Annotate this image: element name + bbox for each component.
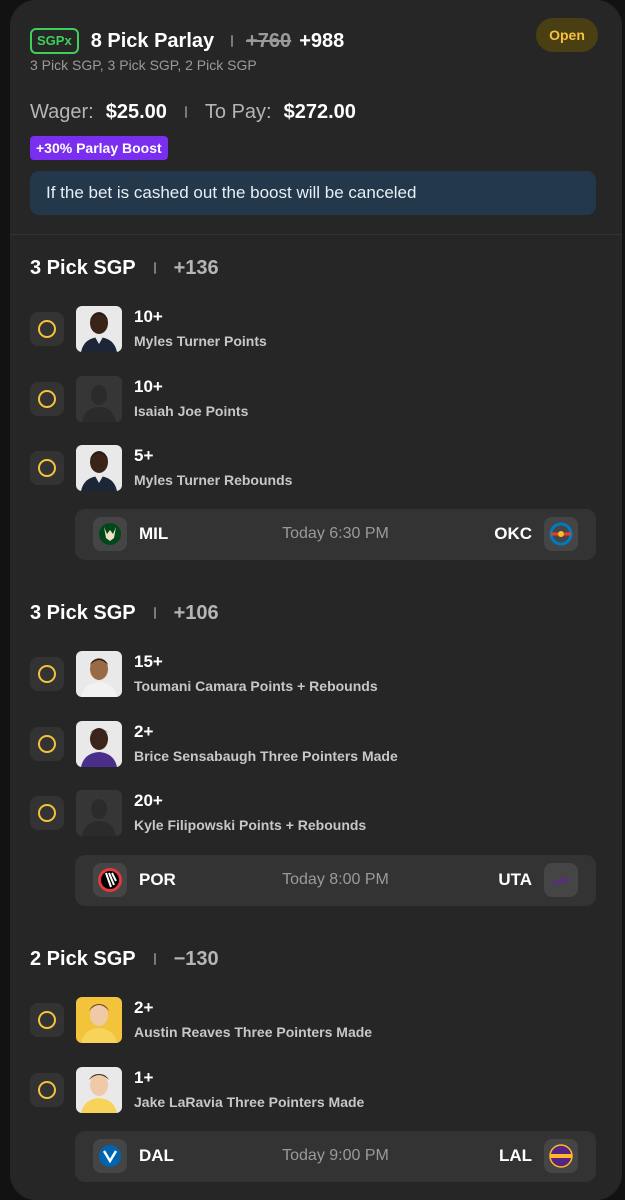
section-odds: +136 (173, 256, 219, 279)
game-info[interactable]: MIL Today 6:30 PM OKC (75, 509, 596, 560)
leg-line: 15+ (134, 652, 163, 671)
wager-divider (184, 106, 187, 118)
leg-line: 2+ (134, 722, 154, 741)
wager-row: Wager: $25.00 To Pay: $272.00 (30, 98, 356, 126)
away-team: UTA (498, 870, 532, 889)
game-info[interactable]: DAL Today 9:00 PM LAL (75, 1131, 596, 1182)
leg-row[interactable]: 5+ Myles Turner Rebounds (30, 445, 600, 493)
game-info[interactable]: POR Today 8:00 PM UTA (75, 855, 596, 906)
leg-row[interactable]: 10+ Myles Turner Points (30, 306, 600, 354)
sgpx-badge: SGPx (30, 28, 79, 54)
leg-status-indicator (30, 727, 64, 761)
player-avatar (76, 1067, 122, 1113)
leg-description: Myles Turner Rebounds (134, 472, 293, 488)
payout-label: To Pay: (204, 100, 272, 123)
leg-line: 10+ (134, 307, 163, 326)
leg-status-indicator (30, 1003, 64, 1037)
wager-value: $25.00 (105, 100, 167, 123)
section-divider (10, 234, 622, 235)
leg-status-indicator (30, 796, 64, 830)
leg-description: Toumani Camara Points + Rebounds (134, 678, 378, 694)
leg-description: Isaiah Joe Points (134, 403, 249, 419)
leg-description: Kyle Filipowski Points + Rebounds (134, 817, 367, 833)
leg-status-indicator (30, 312, 64, 346)
leg-row[interactable]: 2+ Austin Reaves Three Pointers Made (30, 997, 600, 1045)
away-team: LAL (498, 1146, 532, 1165)
original-odds: +760 (246, 29, 292, 52)
leg-row[interactable]: 20+ Kyle Filipowski Points + Rebounds (30, 790, 600, 838)
leg-line: 1+ (134, 1068, 154, 1087)
parlay-boost-badge: +30% Parlay Boost (30, 136, 168, 160)
section-title: 3 Pick SGP (30, 256, 136, 279)
leg-row[interactable]: 15+ Toumani Camara Points + Rebounds (30, 651, 600, 699)
leg-description: Jake LaRavia Three Pointers Made (134, 1094, 365, 1110)
player-placeholder-icon (76, 376, 122, 422)
leg-status-indicator (30, 451, 64, 485)
parlay-header: SGPx 8 Pick Parlay +760 +988 (30, 26, 344, 56)
boosted-odds: +988 (299, 29, 345, 52)
section-title: 2 Pick SGP (30, 947, 136, 970)
section-odds: +106 (173, 601, 219, 624)
player-avatar (76, 721, 122, 767)
parlay-title: 8 Pick Parlay (90, 29, 215, 52)
status-badge: Open (536, 18, 598, 52)
player-avatar (76, 445, 122, 491)
leg-status-indicator (30, 382, 64, 416)
section-header: 3 Pick SGP +136 (30, 254, 219, 282)
section-header: 3 Pick SGP +106 (30, 599, 219, 627)
leg-line: 10+ (134, 377, 163, 396)
leg-line: 2+ (134, 998, 154, 1017)
leg-status-indicator (30, 657, 64, 691)
section-header-divider (153, 953, 156, 965)
player-placeholder-icon (76, 790, 122, 836)
leg-description: Brice Sensabaugh Three Pointers Made (134, 748, 398, 764)
wager-label: Wager: (30, 100, 94, 123)
player-avatar (76, 306, 122, 352)
section-header-divider (153, 607, 156, 619)
cashout-notice: If the bet is cashed out the boost will … (30, 171, 596, 215)
jazz-logo-icon (544, 863, 578, 897)
leg-row[interactable]: 10+ Isaiah Joe Points (30, 376, 600, 424)
leg-row[interactable]: 1+ Jake LaRavia Three Pointers Made (30, 1067, 600, 1115)
thunder-logo-icon (544, 517, 578, 551)
lakers-logo-icon (544, 1139, 578, 1173)
section-odds: −130 (173, 947, 219, 970)
leg-description: Myles Turner Points (134, 333, 267, 349)
leg-status-indicator (30, 1073, 64, 1107)
leg-description: Austin Reaves Three Pointers Made (134, 1024, 373, 1040)
leg-line: 20+ (134, 791, 163, 810)
parlay-card: SGPx 8 Pick Parlay +760 +988 Open 3 Pick… (10, 0, 622, 1200)
parlay-subtitle: 3 Pick SGP, 3 Pick SGP, 2 Pick SGP (30, 57, 257, 73)
player-avatar (76, 651, 122, 697)
leg-row[interactable]: 2+ Brice Sensabaugh Three Pointers Made (30, 721, 600, 769)
player-avatar (76, 997, 122, 1043)
header-divider (231, 35, 234, 47)
section-header: 2 Pick SGP −130 (30, 945, 219, 973)
section-header-divider (153, 262, 156, 274)
leg-line: 5+ (134, 446, 154, 465)
away-team: OKC (494, 524, 532, 543)
payout-value: $272.00 (283, 100, 356, 123)
section-title: 3 Pick SGP (30, 601, 136, 624)
